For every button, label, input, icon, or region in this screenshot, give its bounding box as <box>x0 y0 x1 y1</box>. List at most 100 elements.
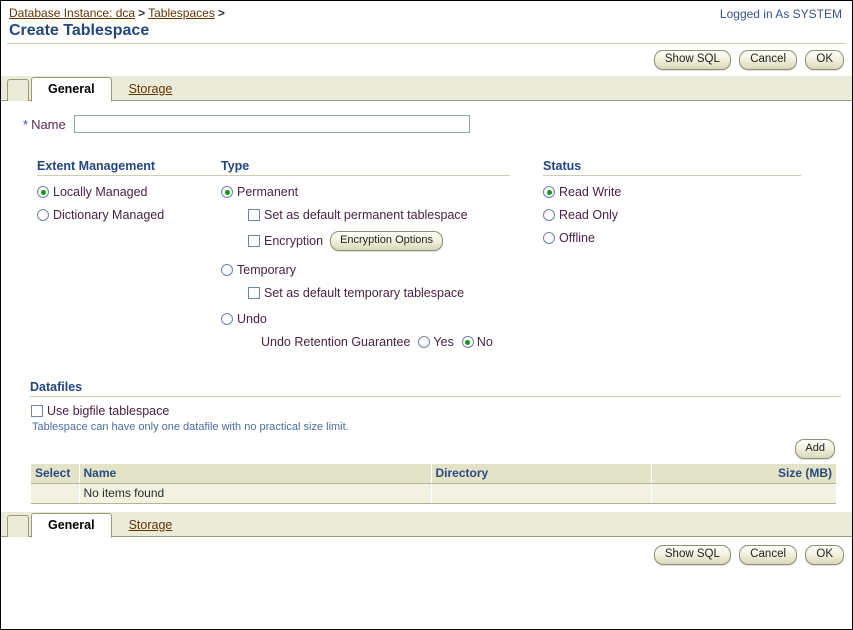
radio-undo-label: Undo <box>237 312 267 326</box>
tab-general-top[interactable]: General <box>31 77 112 102</box>
empty-cell-size <box>651 483 836 504</box>
breadcrumb-separator-2: > <box>217 6 225 20</box>
radio-undo-retention-yes-icon[interactable] <box>418 336 431 348</box>
radio-dictionary-managed[interactable]: Dictionary Managed <box>37 208 221 222</box>
show-sql-button-top[interactable]: Show SQL <box>653 50 731 70</box>
radio-locally-managed-icon[interactable] <box>37 186 49 198</box>
radio-temporary-label: Temporary <box>237 263 297 277</box>
tab-bar-stub-bottom <box>7 515 29 537</box>
tab-bar-top: General Storage <box>1 76 852 102</box>
ok-button-top[interactable]: OK <box>805 50 844 70</box>
cancel-button-bottom[interactable]: Cancel <box>739 545 798 565</box>
radio-undo-retention-no-label: No <box>476 335 493 349</box>
form-area: * Name Extent Management Locally Managed… <box>1 101 852 504</box>
undo-retention-guarantee-label: Undo Retention Guarantee <box>261 335 411 349</box>
tab-list-bottom: General Storage <box>31 512 190 538</box>
datafiles-title: Datafiles <box>30 380 841 397</box>
checkbox-default-permanent[interactable]: Set as default permanent tablespace <box>221 208 543 222</box>
tab-storage-bottom[interactable]: Storage <box>112 512 190 537</box>
radio-locally-managed[interactable]: Locally Managed <box>37 185 221 199</box>
name-label: Name <box>31 116 66 132</box>
radio-dictionary-managed-label: Dictionary Managed <box>53 208 165 222</box>
login-info: Logged in As SYSTEM <box>719 7 842 21</box>
undo-retention-no[interactable]: No <box>454 335 493 349</box>
radio-undo-retention-no-icon[interactable] <box>461 336 474 348</box>
tab-list-top: General Storage <box>31 76 190 102</box>
radio-read-write-label: Read Write <box>559 185 622 199</box>
breadcrumb-separator-1: > <box>138 6 146 20</box>
column-header-size[interactable]: Size (MB) <box>651 464 836 484</box>
checkbox-default-temporary[interactable]: Set as default temporary tablespace <box>221 286 543 300</box>
breadcrumb-link-tablespaces[interactable]: Tablespaces <box>148 6 215 20</box>
checkbox-use-bigfile[interactable]: Use bigfile tablespace <box>31 404 836 418</box>
radio-read-write-icon[interactable] <box>543 186 555 198</box>
radio-read-write[interactable]: Read Write <box>543 185 823 199</box>
column-header-directory[interactable]: Directory <box>431 464 652 484</box>
radio-permanent-icon[interactable] <box>221 186 233 198</box>
datafiles-add-bar: Add <box>31 433 836 464</box>
undo-retention-yes[interactable]: Yes <box>410 335 454 349</box>
radio-dictionary-managed-icon[interactable] <box>37 209 49 221</box>
empty-cell-select <box>31 483 80 504</box>
radio-read-only-label: Read Only <box>559 208 619 222</box>
type-title: Type <box>221 159 510 176</box>
options-columns: Extent Management Locally Managed Dictio… <box>9 145 844 358</box>
empty-cell-directory <box>431 483 652 504</box>
page-title: Create Tablespace <box>9 22 150 39</box>
cancel-button-top[interactable]: Cancel <box>739 50 798 70</box>
tablespace-name-input[interactable] <box>73 115 470 133</box>
tab-storage-top[interactable]: Storage <box>112 76 190 101</box>
table-row-empty: No items found <box>31 483 836 504</box>
radio-permanent-label: Permanent <box>237 185 299 199</box>
tab-bar-stub-top <box>7 79 29 101</box>
bigfile-hint-text: Tablespace can have only one datafile wi… <box>32 421 349 433</box>
checkbox-default-permanent-icon[interactable] <box>248 209 260 221</box>
checkbox-default-temporary-label: Set as default temporary tablespace <box>264 286 465 300</box>
tab-bar-bottom: General Storage <box>1 512 852 538</box>
radio-temporary-icon[interactable] <box>221 264 233 276</box>
bottom-action-bar: Show SQL Cancel OK <box>1 537 852 571</box>
radio-undo-retention-yes-label: Yes <box>433 335 454 349</box>
type-section: Type Permanent Set as default permanent … <box>221 159 543 358</box>
checkbox-use-bigfile-icon[interactable] <box>31 405 43 417</box>
extent-management-title: Extent Management <box>37 159 223 176</box>
undo-retention-guarantee-row: Undo Retention Guarantee Yes No <box>221 335 543 349</box>
radio-read-only[interactable]: Read Only <box>543 208 823 222</box>
top-action-bar: Show SQL Cancel OK <box>1 44 852 76</box>
checkbox-encryption-icon[interactable] <box>248 235 260 247</box>
datafiles-table-header-row: Select Name Directory Size (MB) <box>31 464 836 484</box>
status-title: Status <box>543 159 801 176</box>
radio-offline[interactable]: Offline <box>543 231 823 245</box>
column-header-name[interactable]: Name <box>79 464 432 484</box>
radio-offline-icon[interactable] <box>543 232 555 244</box>
encryption-row: Encryption Encryption Options <box>221 231 543 251</box>
name-row: * Name <box>9 101 844 145</box>
radio-undo-icon[interactable] <box>221 313 233 325</box>
radio-temporary[interactable]: Temporary <box>221 263 543 277</box>
show-sql-button-bottom[interactable]: Show SQL <box>653 545 731 565</box>
radio-undo[interactable]: Undo <box>221 312 543 326</box>
checkbox-default-permanent-label: Set as default permanent tablespace <box>264 208 468 222</box>
checkbox-use-bigfile-label: Use bigfile tablespace <box>47 404 170 418</box>
datafiles-section: Datafiles Use bigfile tablespace Tablesp… <box>9 380 844 504</box>
column-header-select[interactable]: Select <box>31 464 80 484</box>
radio-locally-managed-label: Locally Managed <box>53 185 148 199</box>
add-datafile-button[interactable]: Add <box>795 439 835 459</box>
radio-read-only-icon[interactable] <box>543 209 555 221</box>
encryption-options-button[interactable]: Encryption Options <box>330 231 443 251</box>
ok-button-bottom[interactable]: OK <box>805 545 844 565</box>
datafiles-table: Select Name Directory Size (MB) No items… <box>31 464 836 504</box>
checkbox-encryption-label: Encryption <box>264 234 324 248</box>
page-header: Database Instance: dca > Tablespaces > Logg… <box>1 1 852 43</box>
breadcrumb-link-database-instance[interactable]: Database Instance: dca <box>9 6 135 20</box>
required-marker-icon: * <box>23 116 29 132</box>
radio-offline-label: Offline <box>559 231 595 245</box>
create-tablespace-page: Database Instance: dca > Tablespaces > Logg… <box>0 0 853 630</box>
empty-message: No items found <box>79 483 432 504</box>
breadcrumb: Database Instance: dca > Tablespaces > <box>9 6 844 20</box>
tab-general-bottom[interactable]: General <box>31 513 112 538</box>
checkbox-default-temporary-icon[interactable] <box>248 287 260 299</box>
status-section: Status Read Write Read Only Offline <box>543 159 823 358</box>
radio-permanent[interactable]: Permanent <box>221 185 543 199</box>
extent-management-section: Extent Management Locally Managed Dictio… <box>9 159 223 358</box>
